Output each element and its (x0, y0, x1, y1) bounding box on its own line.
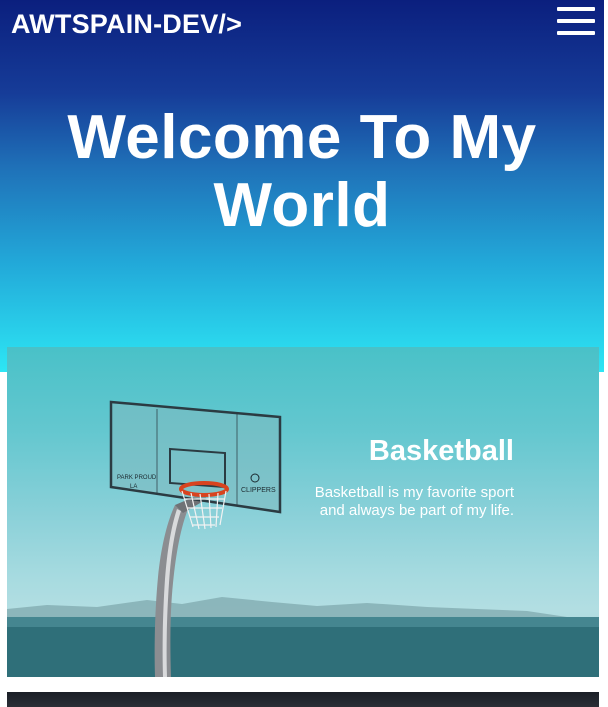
brand-logo[interactable]: AWTSPAIN-DEV/> (11, 9, 242, 39)
card-description: Basketball is my favorite sport and alwa… (314, 484, 514, 519)
sea-horizon-shape (7, 617, 599, 627)
menu-bar-bottom (557, 31, 595, 35)
card-basketball[interactable]: PARK PROUD LA CLIPPERS Basketball Basket… (7, 347, 599, 677)
menu-bar-middle (557, 19, 595, 23)
menu-bar-top (557, 7, 595, 11)
hamburger-menu-icon[interactable] (557, 7, 595, 35)
backboard-text-park-proud: PARK PROUD (117, 475, 157, 481)
backboard-text-la: LA (130, 484, 137, 490)
hero-header: AWTSPAIN-DEV/> Welcome To My World (0, 0, 608, 372)
page: AWTSPAIN-DEV/> Welcome To My World PARK … (0, 0, 608, 707)
next-card-preview[interactable] (7, 692, 599, 707)
card-title: Basketball (368, 435, 514, 467)
backboard-text-clippers: CLIPPERS (241, 487, 276, 494)
hero-title: Welcome To My World (67, 103, 537, 240)
